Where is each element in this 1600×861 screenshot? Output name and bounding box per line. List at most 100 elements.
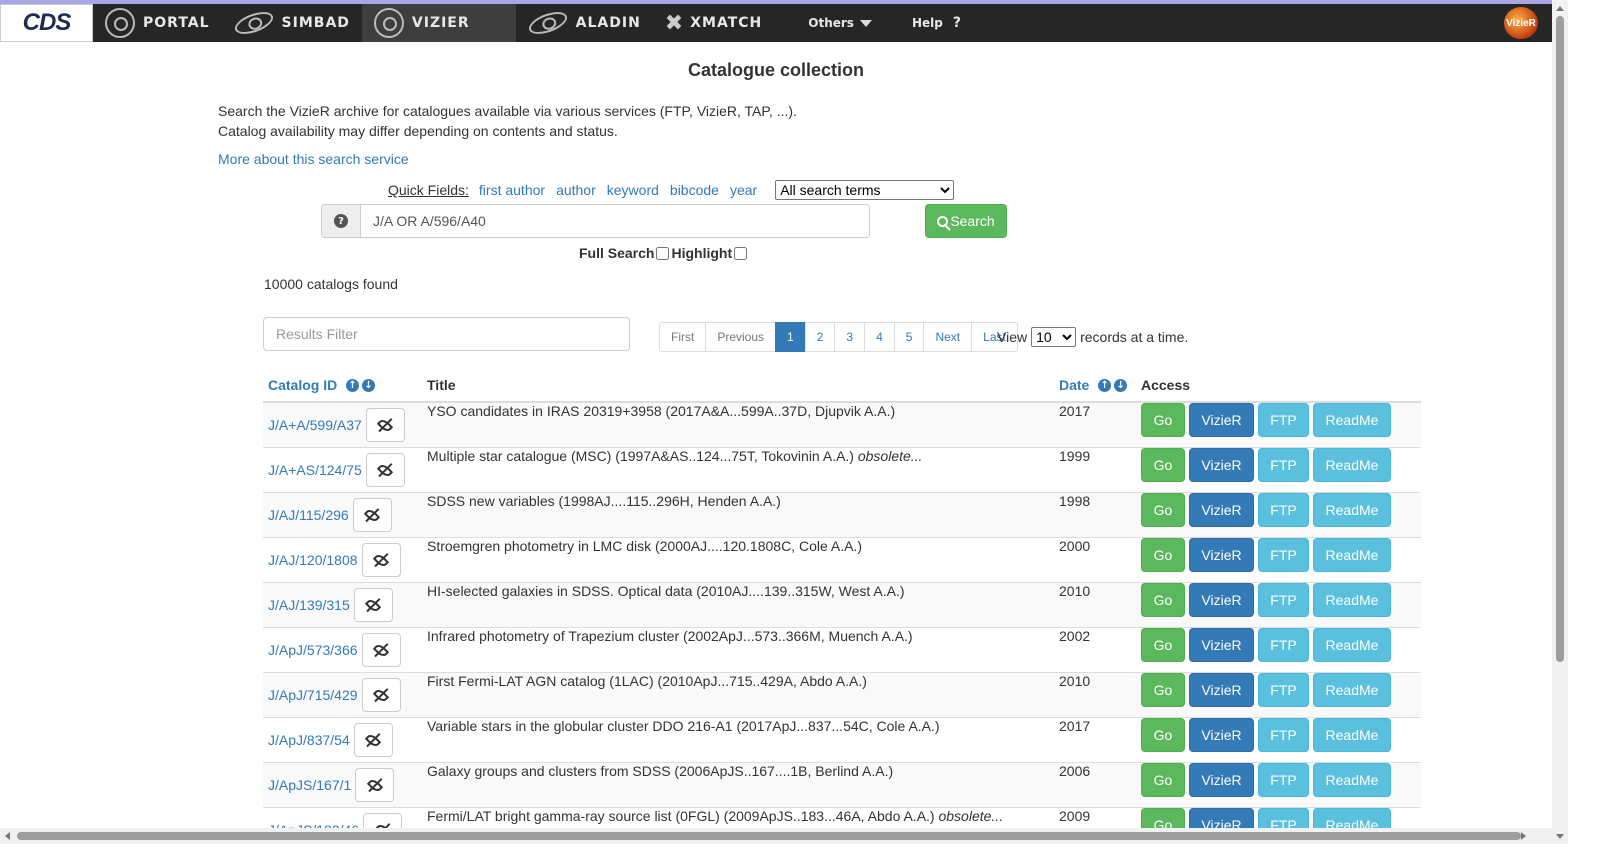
ftp-button[interactable]: FTP <box>1258 583 1309 617</box>
go-button[interactable]: Go <box>1141 538 1185 572</box>
vizier-button[interactable]: VizieR <box>1189 403 1254 437</box>
ftp-button[interactable]: FTP <box>1258 448 1309 482</box>
ftp-button[interactable]: FTP <box>1258 493 1309 527</box>
vizier-button[interactable]: VizieR <box>1189 448 1254 482</box>
hide-row-button[interactable] <box>361 633 401 667</box>
horizontal-scroll-thumb[interactable] <box>17 832 1521 840</box>
page-3[interactable]: 3 <box>834 322 866 352</box>
highlight-checkbox[interactable] <box>734 246 748 260</box>
nav-others-dropdown[interactable]: Others <box>788 4 892 42</box>
readme-button[interactable]: ReadMe <box>1313 583 1391 617</box>
scroll-right-icon[interactable] <box>1521 832 1526 840</box>
cds-logo[interactable]: CDS <box>0 4 93 42</box>
search-help-addon[interactable]: ? <box>322 205 361 237</box>
readme-button[interactable]: ReadMe <box>1313 403 1391 437</box>
catalog-id-link[interactable]: J/A+A/599/A37 <box>268 417 362 433</box>
page-2[interactable]: 2 <box>804 322 836 352</box>
vizier-button[interactable]: VizieR <box>1189 583 1254 617</box>
catalog-id-link[interactable]: J/AJ/139/315 <box>268 597 350 613</box>
page-previous[interactable]: Previous <box>705 322 777 352</box>
readme-button[interactable]: ReadMe <box>1313 448 1391 482</box>
ftp-button[interactable]: FTP <box>1258 538 1309 572</box>
horizontal-scrollbar[interactable] <box>0 828 1552 844</box>
col-date[interactable]: Date ↑ ↓ <box>1054 368 1136 403</box>
quick-field-keyword[interactable]: keyword <box>607 182 659 198</box>
quick-field-year[interactable]: year <box>730 182 757 198</box>
full-search-checkbox[interactable] <box>656 246 670 260</box>
more-about-link[interactable]: More about this search service <box>218 151 409 167</box>
ftp-button[interactable]: FTP <box>1258 403 1309 437</box>
scroll-down-icon[interactable] <box>1556 834 1564 839</box>
vizier-button[interactable]: VizieR <box>1189 538 1254 572</box>
readme-button[interactable]: ReadMe <box>1313 718 1391 752</box>
sort-desc-icon[interactable]: ↓ <box>1114 379 1128 393</box>
go-button[interactable]: Go <box>1141 673 1185 707</box>
ftp-button[interactable]: FTP <box>1258 718 1309 752</box>
vizier-button[interactable]: VizieR <box>1189 493 1254 527</box>
vertical-scroll-thumb[interactable] <box>1556 16 1564 662</box>
vizier-mascot-icon[interactable]: VizieR <box>1504 7 1538 39</box>
nav-simbad[interactable]: Simbad <box>222 4 362 42</box>
catalog-id-link[interactable]: J/A+AS/124/75 <box>268 462 362 478</box>
hide-row-button[interactable] <box>361 543 401 577</box>
hide-row-button[interactable] <box>365 453 405 487</box>
col-catalog-id[interactable]: Catalog ID ↑ ↓ <box>263 368 422 403</box>
go-button[interactable]: Go <box>1141 763 1185 797</box>
quick-field-bibcode[interactable]: bibcode <box>670 182 719 198</box>
vizier-button[interactable]: VizieR <box>1189 763 1254 797</box>
readme-button[interactable]: ReadMe <box>1313 628 1391 662</box>
page-first[interactable]: First <box>659 322 707 352</box>
page-next[interactable]: Next <box>923 322 973 352</box>
vizier-button[interactable]: VizieR <box>1189 673 1254 707</box>
catalog-id-link[interactable]: J/ApJS/167/1 <box>268 777 351 793</box>
vizier-button[interactable]: VizieR <box>1189 628 1254 662</box>
readme-button[interactable]: ReadMe <box>1313 673 1391 707</box>
vizier-button[interactable]: VizieR <box>1189 718 1254 752</box>
sort-desc-icon[interactable]: ↓ <box>362 379 376 393</box>
quick-field-author[interactable]: author <box>556 182 596 198</box>
page-1[interactable]: 1 <box>775 322 806 352</box>
page-5[interactable]: 5 <box>893 322 925 352</box>
ftp-button[interactable]: FTP <box>1258 673 1309 707</box>
nav-aladin[interactable]: Aladin <box>516 4 653 42</box>
catalog-id-link[interactable]: J/AJ/120/1808 <box>268 552 358 568</box>
records-per-page-select[interactable]: 10 <box>1031 327 1077 347</box>
hide-row-button[interactable] <box>365 408 405 442</box>
ftp-button[interactable]: FTP <box>1258 628 1309 662</box>
search-input[interactable] <box>361 205 869 237</box>
catalog-id-link[interactable]: J/ApJ/715/429 <box>268 687 358 703</box>
scroll-left-icon[interactable] <box>5 832 10 840</box>
search-button[interactable]: Search <box>925 204 1007 238</box>
vertical-scrollbar[interactable] <box>1552 0 1568 861</box>
catalog-id-link[interactable]: J/AJ/115/296 <box>268 507 349 523</box>
readme-button[interactable]: ReadMe <box>1313 493 1391 527</box>
hide-row-button[interactable] <box>361 678 401 712</box>
quick-field-first-author[interactable]: first author <box>479 182 545 198</box>
results-filter-input[interactable]: Results Filter <box>263 317 630 351</box>
nav-xmatch[interactable]: ✖ XMatch <box>653 4 774 42</box>
nav-vizier[interactable]: VizieR <box>361 4 516 42</box>
readme-button[interactable]: ReadMe <box>1313 538 1391 572</box>
go-button[interactable]: Go <box>1141 628 1185 662</box>
catalog-id-link[interactable]: J/ApJ/837/54 <box>268 732 350 748</box>
go-button[interactable]: Go <box>1141 718 1185 752</box>
search-terms-select[interactable]: All search terms <box>775 180 955 200</box>
readme-button[interactable]: ReadMe <box>1313 763 1391 797</box>
nav-help[interactable]: Help ? <box>892 4 981 42</box>
catalog-id-link[interactable]: J/ApJ/573/366 <box>268 642 358 658</box>
go-button[interactable]: Go <box>1141 403 1185 437</box>
page-4[interactable]: 4 <box>864 322 895 352</box>
hide-row-button[interactable] <box>355 768 395 802</box>
ftp-button[interactable]: FTP <box>1258 763 1309 797</box>
go-button[interactable]: Go <box>1141 583 1185 617</box>
eye-slash-icon <box>364 506 381 524</box>
sort-asc-icon[interactable]: ↑ <box>1098 379 1112 393</box>
hide-row-button[interactable] <box>353 588 393 622</box>
scroll-up-icon[interactable] <box>1556 6 1564 11</box>
sort-asc-icon[interactable]: ↑ <box>346 379 360 393</box>
nav-portal[interactable]: Portal <box>93 4 222 42</box>
go-button[interactable]: Go <box>1141 448 1185 482</box>
go-button[interactable]: Go <box>1141 493 1185 527</box>
hide-row-button[interactable] <box>353 723 393 757</box>
hide-row-button[interactable] <box>352 498 392 532</box>
